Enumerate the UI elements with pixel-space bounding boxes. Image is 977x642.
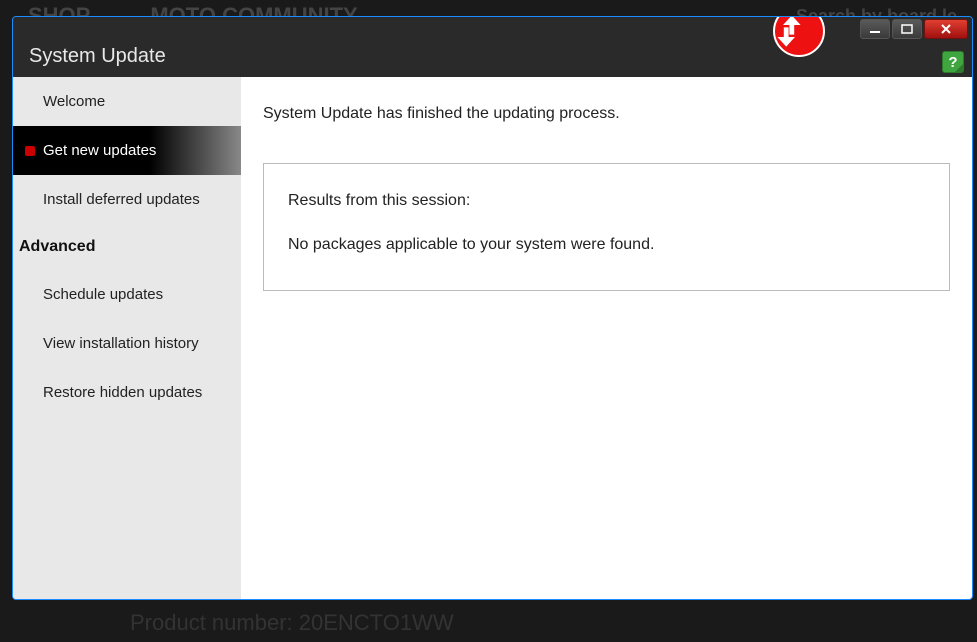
sidebar-item-label: Restore hidden updates: [43, 384, 202, 401]
results-body: No packages applicable to your system we…: [288, 236, 925, 254]
sidebar-item-schedule-updates[interactable]: Schedule updates: [13, 270, 241, 319]
sidebar-item-view-history[interactable]: View installation history: [13, 319, 241, 368]
help-dropdown-icon: [955, 64, 963, 72]
minimize-icon: [869, 23, 881, 35]
sidebar-section-advanced: Advanced: [13, 224, 241, 270]
sidebar: Welcome Get new updates Install deferred…: [13, 77, 241, 599]
status-message: System Update has finished the updating …: [263, 105, 950, 123]
titlebar: System Update ?: [13, 17, 972, 77]
window-title: System Update: [29, 45, 166, 68]
window-controls: [858, 19, 968, 39]
sidebar-item-install-deferred[interactable]: Install deferred updates: [13, 175, 241, 224]
main-panel: System Update has finished the updating …: [241, 77, 972, 599]
help-button[interactable]: ?: [942, 51, 964, 73]
system-update-window: System Update ? Welcome Get new updates: [12, 16, 973, 600]
sidebar-item-label: View installation history: [43, 335, 199, 352]
sidebar-item-welcome[interactable]: Welcome: [13, 77, 241, 126]
sidebar-item-label: Welcome: [43, 93, 105, 110]
results-title: Results from this session:: [288, 192, 925, 210]
sidebar-item-label: Schedule updates: [43, 286, 163, 303]
sidebar-item-get-new-updates[interactable]: Get new updates: [13, 126, 241, 175]
close-button[interactable]: [924, 19, 968, 39]
content-area: Welcome Get new updates Install deferred…: [13, 77, 972, 599]
sidebar-item-label: Get new updates: [43, 142, 156, 159]
minimize-button[interactable]: [860, 19, 890, 39]
maximize-button[interactable]: [892, 19, 922, 39]
system-update-logo-icon: [773, 16, 825, 57]
sidebar-item-label: Install deferred updates: [43, 191, 200, 208]
background-product-number: Product number: 20ENCTO1WW: [0, 602, 977, 642]
sidebar-item-restore-hidden[interactable]: Restore hidden updates: [13, 368, 241, 417]
close-icon: [940, 23, 952, 35]
results-box: Results from this session: No packages a…: [263, 163, 950, 291]
maximize-icon: [901, 23, 913, 35]
